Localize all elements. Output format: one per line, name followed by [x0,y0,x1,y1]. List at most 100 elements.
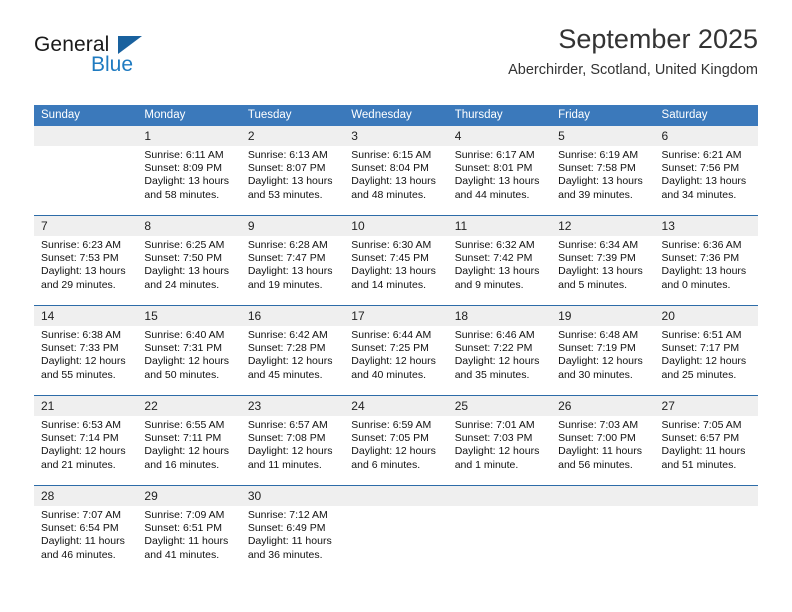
sunrise-text: Sunrise: 6:32 AM [454,239,535,251]
day-cell[interactable]: 4 Sunrise: 6:17 AM Sunset: 8:01 PM Daylight… [447,126,552,216]
day-cell[interactable]: 24 Sunrise: 6:59 AM Sunset: 7:05 PM Dayligh… [344,395,448,486]
sunrise-text: Sunrise: 6:25 AM [144,239,225,251]
day-info: Sunrise: 6:57 AM Sunset: 7:08 PM Daylight:… [241,416,344,472]
day-cell[interactable]: 1 Sunrise: 6:11 AM Sunset: 8:09 PM Daylight… [137,126,241,216]
day-cell[interactable]: 21 Sunrise: 6:53 AM Sunset: 7:14 PM Dayligh… [34,395,138,486]
day-number: 21 [34,396,138,416]
day-cell[interactable]: 14 Sunrise: 6:38 AM Sunset: 7:33 PM Dayligh… [34,305,138,396]
sunset-text: Sunset: 7:31 PM [144,342,223,355]
sunrise-text: Sunrise: 6:40 AM [144,329,225,341]
day-cell[interactable]: 17 Sunrise: 6:44 AM Sunset: 7:25 PM Dayligh… [344,305,448,396]
day-cell[interactable]: 29 Sunrise: 7:09 AM Sunset: 6:51 PM Dayligh… [137,485,241,575]
day-info: Sunrise: 7:05 AM Sunset: 6:57 PM Daylight:… [655,416,758,472]
day-cell[interactable]: 30 Sunrise: 7:12 AM Sunset: 6:49 PM Dayligh… [240,485,345,575]
day-cell[interactable]: 5 Sunrise: 6:19 AM Sunset: 7:58 PM Daylight… [551,126,655,216]
day-cell[interactable]: 2 Sunrise: 6:13 AM Sunset: 8:07 PM Daylight… [240,126,345,216]
sunset-text: Sunset: 6:49 PM [247,522,326,535]
sunrise-text: Sunrise: 6:19 AM [558,149,639,161]
day-info: Sunrise: 6:28 AM Sunset: 7:47 PM Daylight:… [241,236,344,292]
day-cell[interactable]: 19 Sunrise: 6:48 AM Sunset: 7:19 PM Dayligh… [551,305,655,396]
day-cell[interactable]: 27 Sunrise: 7:05 AM Sunset: 6:57 PM Dayligh… [654,395,758,486]
day-info: Sunrise: 6:36 AM Sunset: 7:36 PM Daylight:… [655,236,758,292]
day-number: 10 [344,216,448,236]
daylight-text: Daylight: 12 hours and 45 minutes. [247,355,333,381]
day-info: Sunrise: 6:19 AM Sunset: 7:58 PM Daylight:… [551,146,654,202]
daylight-text: Daylight: 13 hours and 48 minutes. [351,175,436,201]
day-cell[interactable]: 13 Sunrise: 6:36 AM Sunset: 7:36 PM Dayligh… [654,215,758,306]
day-number [344,486,448,506]
daylight-text: Daylight: 12 hours and 50 minutes. [144,355,230,381]
day-number: 28 [34,486,138,506]
day-cell[interactable]: 7 Sunrise: 6:23 AM Sunset: 7:53 PM Daylight… [34,215,138,306]
generalblue-logo: General Blue [34,33,234,89]
day-cell[interactable]: 15 Sunrise: 6:40 AM Sunset: 7:31 PM Dayligh… [137,305,241,396]
day-number: 20 [654,306,758,326]
day-cell[interactable]: 26 Sunrise: 7:03 AM Sunset: 7:00 PM Dayligh… [551,395,655,486]
daylight-text: Daylight: 12 hours and 16 minutes. [144,445,230,471]
day-cell[interactable]: 12 Sunrise: 6:34 AM Sunset: 7:39 PM Dayligh… [551,215,655,306]
title-block: September 2025 Aberchirder, Scotland, Un… [508,22,758,81]
daylight-text: Daylight: 11 hours and 51 minutes. [661,445,746,471]
day-cell[interactable]: 22 Sunrise: 6:55 AM Sunset: 7:11 PM Dayligh… [137,395,241,486]
day-cell[interactable]: 20 Sunrise: 6:51 AM Sunset: 7:17 PM Dayligh… [654,305,758,396]
page-title: September 2025 [558,24,758,54]
day-cell[interactable] [447,485,552,575]
day-info: Sunrise: 6:21 AM Sunset: 7:56 PM Daylight:… [655,146,758,202]
sunset-text: Sunset: 7:33 PM [41,342,119,355]
day-number: 30 [240,486,345,506]
day-info [655,506,758,509]
day-number: 29 [137,486,241,506]
day-cell[interactable]: 25 Sunrise: 7:01 AM Sunset: 7:03 PM Dayligh… [447,395,552,486]
day-number: 27 [654,396,758,416]
sunrise-text: Sunrise: 6:55 AM [144,419,225,431]
sunrise-text: Sunrise: 7:03 AM [558,419,639,431]
sunrise-text: Sunrise: 6:34 AM [558,239,639,251]
day-cell[interactable]: 3 Sunrise: 6:15 AM Sunset: 8:04 PM Daylight… [344,126,448,216]
day-cell[interactable]: 11 Sunrise: 6:32 AM Sunset: 7:42 PM Dayligh… [447,215,552,306]
daylight-text: Daylight: 12 hours and 25 minutes. [661,355,747,381]
day-cell[interactable]: 16 Sunrise: 6:42 AM Sunset: 7:28 PM Dayligh… [240,305,345,396]
day-info: Sunrise: 6:23 AM Sunset: 7:53 PM Daylight:… [34,236,137,292]
day-cell[interactable]: 9 Sunrise: 6:28 AM Sunset: 7:47 PM Daylight… [240,215,345,306]
day-info: Sunrise: 6:13 AM Sunset: 8:07 PM Daylight:… [241,146,344,202]
day-number: 2 [240,126,345,146]
week-row: 28 Sunrise: 7:07 AM Sunset: 6:54 PM Dayligh… [34,485,758,575]
day-info [344,506,447,509]
day-cell[interactable] [551,485,655,575]
day-cell[interactable] [654,485,758,575]
sunrise-text: Sunrise: 6:42 AM [247,329,328,341]
sunrise-text: Sunrise: 6:23 AM [41,239,121,251]
logo-text-blue: Blue [91,53,134,76]
day-number: 25 [447,396,552,416]
page-subtitle: Aberchirder, Scotland, United Kingdom [508,62,758,78]
day-cell[interactable]: 23 Sunrise: 6:57 AM Sunset: 7:08 PM Dayligh… [240,395,345,486]
day-cell[interactable]: 18 Sunrise: 6:46 AM Sunset: 7:22 PM Dayligh… [447,305,552,396]
day-info: Sunrise: 6:40 AM Sunset: 7:31 PM Daylight:… [137,326,240,382]
sunset-text: Sunset: 8:01 PM [454,162,533,175]
day-number: 11 [447,216,552,236]
sunset-text: Sunset: 7:11 PM [144,432,222,445]
day-cell[interactable]: 6 Sunrise: 6:21 AM Sunset: 7:56 PM Daylight… [654,126,758,216]
day-info: Sunrise: 7:07 AM Sunset: 6:54 PM Daylight:… [34,506,137,562]
day-number: 19 [551,306,655,326]
daylight-text: Daylight: 13 hours and 9 minutes. [454,265,540,291]
week-row: 14 Sunrise: 6:38 AM Sunset: 7:33 PM Dayligh… [34,305,758,396]
sunset-text: Sunset: 8:09 PM [144,162,223,175]
daylight-text: Daylight: 12 hours and 11 minutes. [247,445,333,471]
day-cell[interactable]: 28 Sunrise: 7:07 AM Sunset: 6:54 PM Dayligh… [34,485,138,575]
day-info: Sunrise: 6:59 AM Sunset: 7:05 PM Daylight:… [344,416,447,472]
daylight-text: Daylight: 12 hours and 30 minutes. [558,355,643,381]
day-number: 22 [137,396,241,416]
day-info: Sunrise: 6:11 AM Sunset: 8:09 PM Daylight:… [137,146,240,202]
sunset-text: Sunset: 7:14 PM [41,432,119,445]
day-cell[interactable]: 10 Sunrise: 6:30 AM Sunset: 7:45 PM Dayligh… [344,215,448,306]
day-info: Sunrise: 6:17 AM Sunset: 8:01 PM Daylight:… [448,146,551,202]
day-number: 16 [240,306,345,326]
sunrise-text: Sunrise: 7:07 AM [41,509,121,521]
day-cell[interactable]: 8 Sunrise: 6:25 AM Sunset: 7:50 PM Daylight… [137,215,241,306]
day-cell[interactable] [344,485,448,575]
day-number: 3 [344,126,448,146]
daylight-text: Daylight: 12 hours and 1 minute. [454,445,540,471]
day-cell[interactable] [34,126,138,216]
daylight-text: Daylight: 13 hours and 44 minutes. [454,175,540,201]
